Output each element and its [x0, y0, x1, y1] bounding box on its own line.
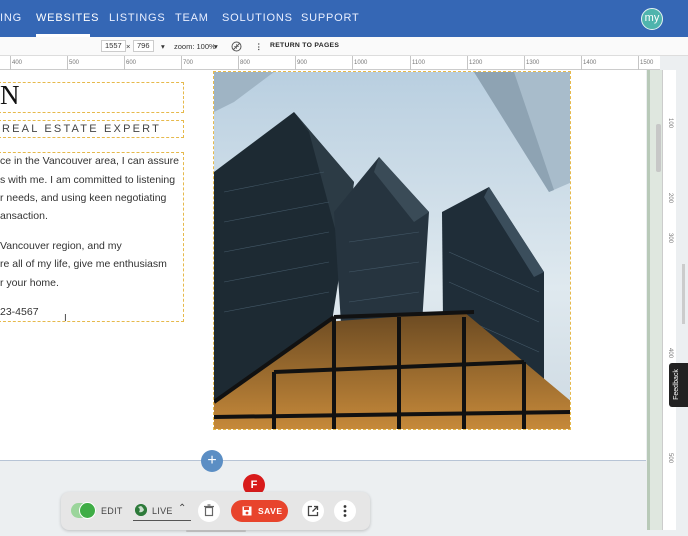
tab-team[interactable]: TEAM [175, 12, 209, 24]
trash-icon [204, 504, 214, 517]
bio-line: Vancouver region, and my [0, 240, 122, 252]
page-heading[interactable]: N [0, 80, 20, 111]
bio-line: ce in the Vancouver area, I can assure [0, 155, 179, 167]
return-to-pages-button[interactable]: RETURN TO PAGES [270, 42, 339, 49]
edit-mode-toggle[interactable] [71, 502, 96, 519]
ruler-label: 600 [126, 60, 137, 66]
ruler-label: 900 [297, 60, 308, 66]
save-label: SAVE [258, 506, 283, 516]
phone-number: 23-4567 [0, 306, 39, 318]
ruler-label: 1100 [412, 60, 425, 66]
ruler-label: 1400 [583, 60, 597, 66]
horizontal-ruler: 400 500 600 700 800 900 1000 1100 1200 1… [0, 56, 660, 70]
editor-window: ING WEBSITES LISTINGS TEAM SOLUTIONS SUP… [0, 0, 688, 536]
delete-button[interactable] [198, 500, 220, 522]
editor-toolbar: 1557 × 796 ▾ zoom: 100% ▾ ⋮ RETURN TO PA… [0, 37, 688, 56]
ruler-label: 800 [240, 60, 251, 66]
bio-line: r your home. [0, 277, 59, 289]
bio-line: re all of my life, give me enthusiasm [0, 258, 167, 270]
vertical-ruler: 100 200 300 400 500 [662, 70, 676, 530]
live-select-underline [133, 520, 191, 521]
canvas-height-input[interactable]: 796 [133, 40, 154, 52]
save-disk-icon [242, 506, 252, 516]
ruler-label: 1300 [526, 60, 540, 66]
canvas-width-input[interactable]: 1557 [101, 40, 126, 52]
ruler-label: 1200 [469, 60, 483, 66]
feedback-label: Feedback [672, 369, 680, 400]
vruler-label: 300 [667, 232, 674, 244]
feedback-tab[interactable]: Feedback [669, 363, 688, 407]
open-site-button[interactable] [302, 500, 324, 522]
chevron-up-icon[interactable]: ⌃ [178, 503, 187, 514]
my-logo-icon[interactable]: my [641, 8, 663, 30]
zoom-chevron-icon[interactable]: ▾ [214, 42, 218, 51]
tab-websites[interactable]: WEBSITES [36, 12, 99, 24]
live-status-select[interactable]: LIVE [152, 506, 173, 516]
plus-icon: + [207, 452, 217, 469]
ruler-label: 400 [12, 60, 23, 66]
text-cursor-icon: I [64, 313, 67, 324]
dimension-separator: × [126, 42, 131, 51]
bottom-scroll-indicator [186, 530, 246, 532]
toggle-knob [79, 502, 96, 519]
ruler-label: 1000 [354, 60, 368, 66]
more-vertical-icon [343, 505, 347, 517]
hero-image[interactable] [213, 71, 571, 430]
top-navigation: ING WEBSITES LISTINGS TEAM SOLUTIONS SUP… [0, 0, 688, 37]
bio-line: ansaction. [0, 210, 48, 222]
skyscrapers-image [214, 72, 570, 429]
edit-label: EDIT [101, 506, 123, 516]
vruler-label: 100 [667, 117, 674, 129]
globe-icon [135, 504, 147, 516]
ruler-label: 500 [69, 60, 80, 66]
size-dropdown-icon[interactable]: ▾ [161, 42, 165, 51]
toolbar-more-icon[interactable]: ⋮ [255, 42, 263, 51]
tab-listing-partial[interactable]: ING [0, 12, 22, 24]
save-button[interactable]: SAVE [231, 500, 288, 522]
add-section-button[interactable]: + [201, 450, 223, 472]
ruler-label: 1500 [640, 60, 654, 66]
grid-off-icon[interactable] [231, 41, 242, 52]
vruler-label: 200 [667, 192, 674, 204]
vruler-label: 400 [667, 347, 674, 359]
zoom-select[interactable]: zoom: 100% [174, 42, 216, 51]
tab-listings[interactable]: LISTINGS [109, 12, 166, 24]
bio-line: r needs, and using keen negotiating [0, 192, 167, 204]
bio-line: s with me. I am committed to listening [0, 174, 176, 186]
open-in-new-icon [307, 505, 319, 517]
bottom-action-bar: EDIT LIVE ⌃ SAVE [61, 492, 370, 530]
ruler-label: 700 [183, 60, 194, 66]
vruler-label: 500 [667, 452, 674, 464]
tab-solutions[interactable]: SOLUTIONS [222, 12, 293, 24]
page-subtitle[interactable]: REAL ESTATE EXPERT [2, 123, 161, 135]
vertical-scrollbar-thumb[interactable] [656, 124, 661, 172]
heading-block-outline[interactable] [0, 82, 184, 113]
tab-support[interactable]: SUPPORT [301, 12, 360, 24]
vruler-marker [682, 264, 685, 324]
more-options-button[interactable] [334, 500, 356, 522]
